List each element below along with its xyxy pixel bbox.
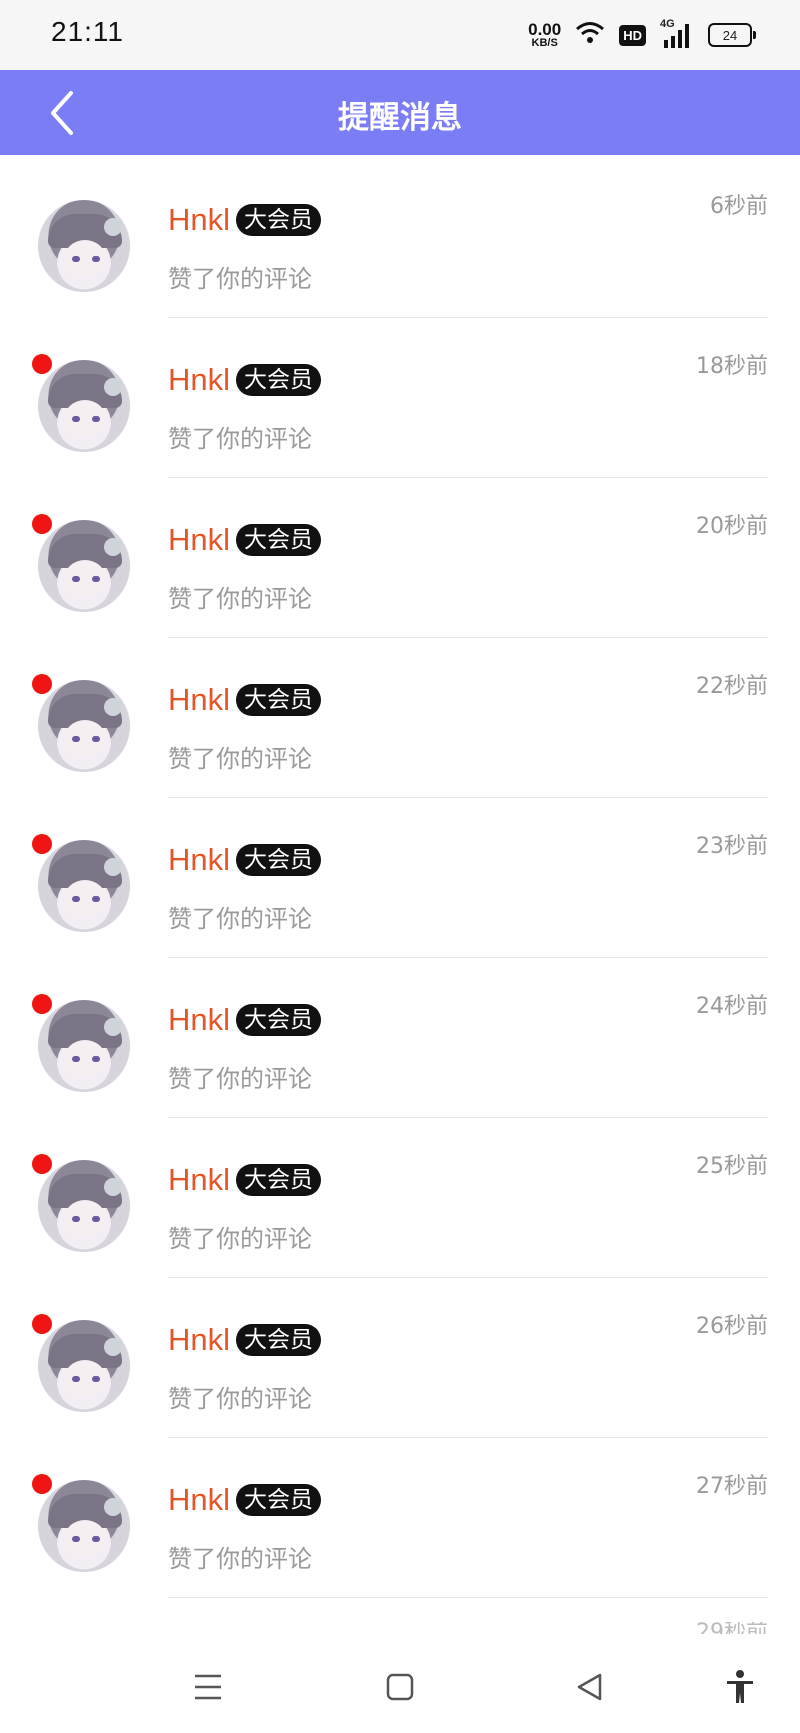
avatar[interactable] xyxy=(38,840,130,932)
timestamp: 23秒前 xyxy=(696,834,768,859)
notification-item[interactable]: Hnkl 大会员 赞了你的评论 6秒前 xyxy=(0,158,800,318)
action-text: 赞了你的评论 xyxy=(168,1225,312,1253)
notification-item[interactable]: Hnkl 大会员 赞了你的评论 18秒前 xyxy=(0,318,800,478)
back-nav-button[interactable] xyxy=(568,1665,612,1709)
avatar[interactable] xyxy=(38,680,130,772)
user-name[interactable]: Hnkl xyxy=(168,1482,230,1518)
divider xyxy=(168,1597,768,1598)
home-square-icon xyxy=(386,1673,414,1701)
notification-item[interactable]: Hnkl 大会员 赞了你的评论 20秒前 xyxy=(0,478,800,638)
timestamp: 24秒前 xyxy=(696,994,768,1019)
accessibility-icon xyxy=(727,1670,753,1703)
name-row: Hnkl 大会员 xyxy=(168,1162,322,1198)
avatar[interactable] xyxy=(38,1480,130,1572)
notification-item[interactable]: Hnkl 大会员 赞了你的评论 22秒前 xyxy=(0,638,800,798)
unread-dot-icon xyxy=(32,994,52,1014)
vip-badge: 大会员 xyxy=(236,1484,322,1516)
unread-dot-icon xyxy=(32,834,52,854)
home-button[interactable] xyxy=(378,1665,422,1709)
user-name[interactable]: Hnkl xyxy=(168,1162,230,1198)
status-time: 21:11 xyxy=(51,16,124,47)
battery-icon: 24 xyxy=(708,23,756,47)
action-text: 赞了你的评论 xyxy=(168,1385,312,1413)
user-name[interactable]: Hnkl xyxy=(168,842,230,878)
network-speed-value: 0.00 xyxy=(528,20,562,39)
unread-dot-icon xyxy=(32,514,52,534)
timestamp: 27秒前 xyxy=(696,1474,768,1499)
system-nav-bar xyxy=(0,1640,800,1733)
notification-item[interactable]: Hnkl 大会员 赞了你的评论 26秒前 xyxy=(0,1278,800,1438)
accessibility-button[interactable] xyxy=(718,1665,762,1709)
name-row: Hnkl 大会员 xyxy=(168,682,322,718)
name-row: Hnkl 大会员 xyxy=(168,1482,322,1518)
action-text: 赞了你的评论 xyxy=(168,745,312,773)
action-text: 赞了你的评论 xyxy=(168,1065,312,1093)
avatar[interactable] xyxy=(38,1000,130,1092)
action-text: 赞了你的评论 xyxy=(168,265,312,293)
wifi-icon xyxy=(575,20,605,50)
name-row: Hnkl 大会员 xyxy=(168,362,322,398)
page-title: 提醒消息 xyxy=(338,100,462,136)
vip-badge: 大会员 xyxy=(236,1004,322,1036)
name-row: Hnkl 大会员 xyxy=(168,1322,322,1358)
timestamp: 18秒前 xyxy=(696,354,768,379)
name-row: Hnkl 大会员 xyxy=(168,842,322,878)
user-name[interactable]: Hnkl xyxy=(168,362,230,398)
action-text: 赞了你的评论 xyxy=(168,425,312,453)
timestamp: 25秒前 xyxy=(696,1154,768,1179)
partial-timestamp: 29秒前 xyxy=(696,1622,768,1634)
name-row: Hnkl 大会员 xyxy=(168,1002,322,1038)
avatar[interactable] xyxy=(38,200,130,292)
user-name[interactable]: Hnkl xyxy=(168,202,230,238)
avatar[interactable] xyxy=(38,1320,130,1412)
network-speed-unit: KB/S xyxy=(531,37,558,49)
unread-dot-icon xyxy=(32,674,52,694)
action-text: 赞了你的评论 xyxy=(168,1545,312,1573)
user-name[interactable]: Hnkl xyxy=(168,522,230,558)
name-row: Hnkl 大会员 xyxy=(168,522,322,558)
status-bar: 21:11 0.00 KB/S HD 4G 24 xyxy=(0,0,800,70)
timestamp: 6秒前 xyxy=(710,194,768,219)
unread-dot-icon xyxy=(32,1474,52,1494)
user-name[interactable]: Hnkl xyxy=(168,1002,230,1038)
name-row: Hnkl 大会员 xyxy=(168,202,322,238)
avatar[interactable] xyxy=(38,360,130,452)
back-triangle-icon xyxy=(577,1673,602,1701)
action-text: 赞了你的评论 xyxy=(168,905,312,933)
unread-dot-icon xyxy=(32,1314,52,1334)
timestamp: 20秒前 xyxy=(696,514,768,539)
unread-dot-icon xyxy=(32,1154,52,1174)
app-header: 提醒消息 xyxy=(0,70,800,155)
notification-item[interactable]: Hnkl 大会员 赞了你的评论 23秒前 xyxy=(0,798,800,958)
timestamp: 22秒前 xyxy=(696,674,768,699)
status-icons: 0.00 KB/S HD 4G 24 xyxy=(528,18,756,52)
notification-item[interactable]: Hnkl 大会员 赞了你的评论 24秒前 xyxy=(0,958,800,1118)
vip-badge: 大会员 xyxy=(236,364,322,396)
vip-badge: 大会员 xyxy=(236,684,322,716)
timestamp: 26秒前 xyxy=(696,1314,768,1339)
notification-item[interactable]: Hnkl 大会员 赞了你的评论 25秒前 xyxy=(0,1118,800,1278)
avatar[interactable] xyxy=(38,520,130,612)
menu-button[interactable] xyxy=(186,1665,230,1709)
user-name[interactable]: Hnkl xyxy=(168,682,230,718)
user-name[interactable]: Hnkl xyxy=(168,1322,230,1358)
menu-icon xyxy=(195,1674,221,1700)
vip-badge: 大会员 xyxy=(236,1324,322,1356)
vip-badge: 大会员 xyxy=(236,204,322,236)
network-speed: 0.00 KB/S xyxy=(528,21,561,49)
unread-dot-icon xyxy=(32,354,52,374)
signal-icon: 4G xyxy=(660,18,694,50)
vip-badge: 大会员 xyxy=(236,1164,322,1196)
vip-badge: 大会员 xyxy=(236,844,322,876)
vip-badge: 大会员 xyxy=(236,524,322,556)
notification-list: Hnkl 大会员 赞了你的评论 6秒前 Hnkl 大会员 赞了你的评论 18秒前 xyxy=(0,158,800,1598)
notification-item[interactable]: Hnkl 大会员 赞了你的评论 27秒前 xyxy=(0,1438,800,1598)
battery-level: 24 xyxy=(722,27,738,43)
avatar[interactable] xyxy=(38,1160,130,1252)
action-text: 赞了你的评论 xyxy=(168,585,312,613)
hd-icon: HD xyxy=(619,24,646,46)
